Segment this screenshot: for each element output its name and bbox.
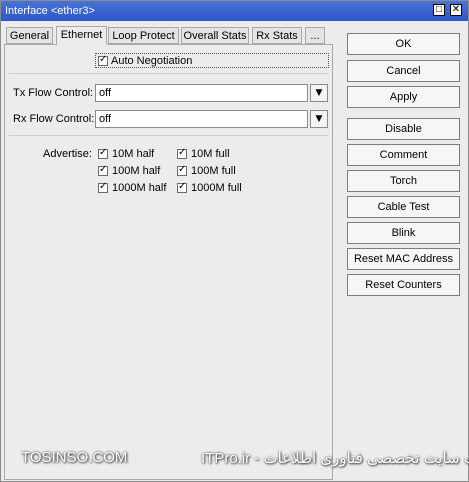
tab-rx-stats[interactable]: Rx Stats	[252, 27, 302, 44]
advertise-1000m-half-label: 1000M half	[112, 182, 167, 194]
tab-more[interactable]: ...	[305, 27, 325, 44]
reset-mac-address-button[interactable]: Reset MAC Address	[347, 248, 460, 270]
advertise-10m-half-checkbox[interactable]	[98, 147, 108, 159]
watermark-right: ITPro.ir - وب سایت تخصصی فناوری اطلاعات	[201, 450, 469, 467]
reset-counters-button[interactable]: Reset Counters	[347, 274, 460, 296]
blink-button[interactable]: Blink	[347, 222, 460, 244]
tab-loop-protect[interactable]: Loop Protect	[108, 27, 179, 44]
advertise-10m-full-label: 10M full	[191, 148, 230, 160]
tx-flow-select[interactable]: off	[95, 84, 308, 102]
tx-flow-dropdown-icon[interactable]: ▼	[310, 84, 328, 102]
advertise-10m-full-checkbox[interactable]	[177, 147, 187, 159]
tx-flow-label: Tx Flow Control:	[13, 87, 94, 99]
apply-button[interactable]: Apply	[347, 86, 460, 108]
advertise-100m-half-label: 100M half	[112, 165, 161, 177]
advertise-1000m-half-checkbox[interactable]	[98, 181, 108, 193]
advertise-10m-half-label: 10M half	[112, 148, 155, 160]
rx-flow-dropdown-icon[interactable]: ▼	[310, 110, 328, 128]
auto-negotiation-label: Auto Negotiation	[111, 55, 193, 67]
tab-overall-stats[interactable]: Overall Stats	[181, 27, 249, 44]
maximize-icon[interactable]: □	[433, 4, 445, 16]
advertise-1000m-full-label: 1000M full	[191, 182, 242, 194]
interface-window: Interface <ether3> □ ✕ General Ethernet …	[0, 0, 469, 482]
cancel-button[interactable]: Cancel	[347, 60, 460, 82]
advertise-1000m-full-checkbox[interactable]	[177, 181, 187, 193]
panel-top-border	[4, 44, 333, 45]
active-tab-gap	[57, 44, 107, 45]
advertise-100m-full-checkbox[interactable]	[177, 164, 187, 176]
divider	[9, 73, 329, 74]
close-icon[interactable]: ✕	[450, 4, 462, 16]
advertise-100m-full-label: 100M full	[191, 165, 236, 177]
cable-test-button[interactable]: Cable Test	[347, 196, 460, 218]
title-bar[interactable]: Interface <ether3> □ ✕	[1, 1, 468, 21]
ok-button[interactable]: OK	[347, 33, 460, 55]
advertise-100m-half-checkbox[interactable]	[98, 164, 108, 176]
tab-ethernet[interactable]: Ethernet	[56, 26, 107, 44]
window-title: Interface <ether3>	[5, 5, 95, 17]
torch-button[interactable]: Torch	[347, 170, 460, 192]
watermark-left: TOSINSO.COM	[21, 449, 128, 466]
rx-flow-label: Rx Flow Control:	[13, 113, 95, 125]
tab-general[interactable]: General	[6, 27, 53, 44]
rx-flow-select[interactable]: off	[95, 110, 308, 128]
comment-button[interactable]: Comment	[347, 144, 460, 166]
disable-button[interactable]: Disable	[347, 118, 460, 140]
advertise-label: Advertise:	[43, 148, 92, 160]
divider	[9, 135, 329, 136]
auto-negotiation-checkbox[interactable]	[98, 54, 108, 66]
